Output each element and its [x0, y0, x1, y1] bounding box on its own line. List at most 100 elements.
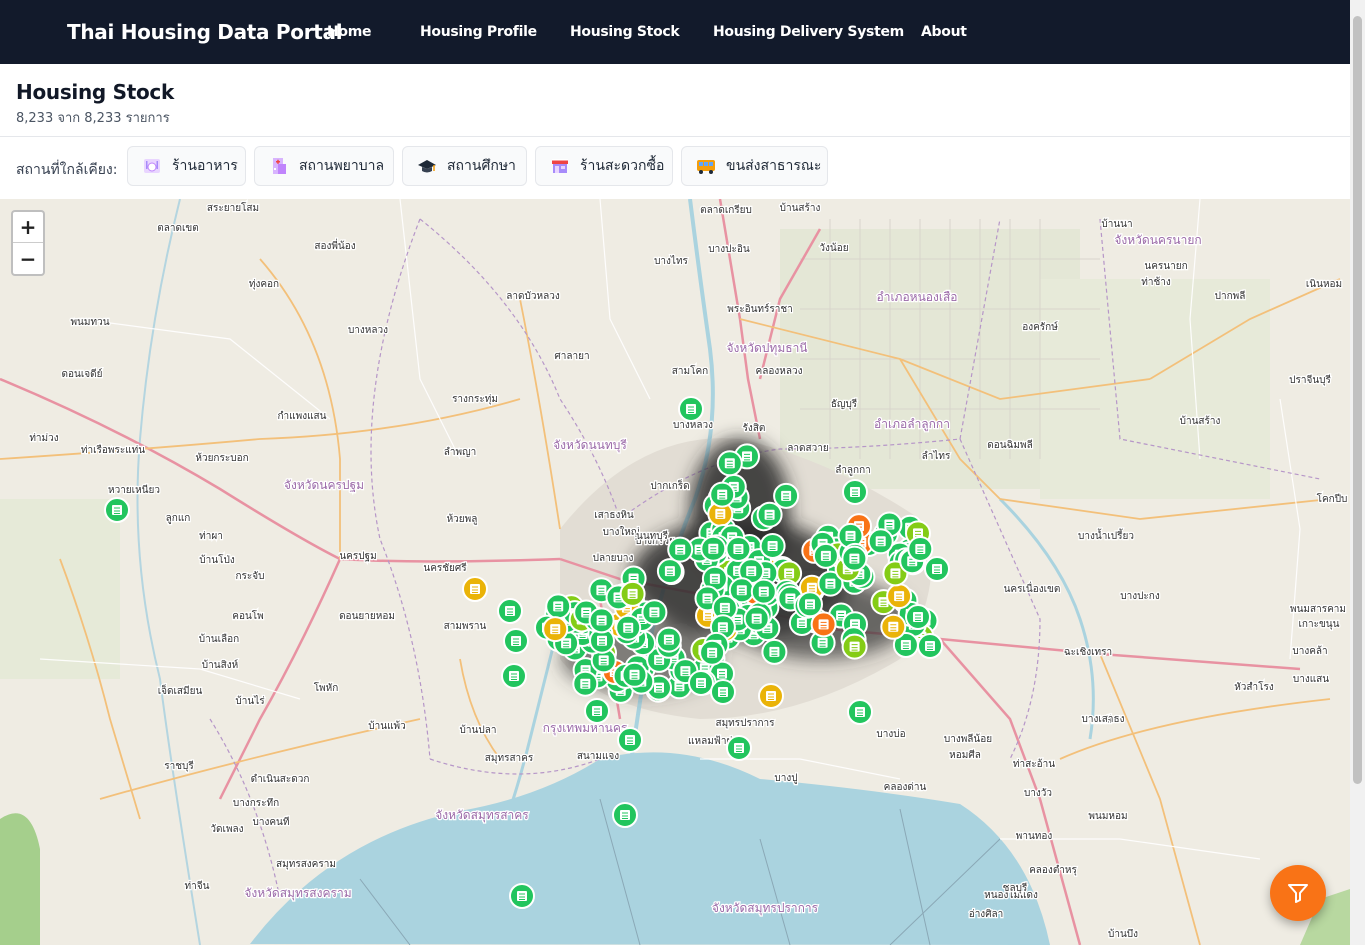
map-place-label: ตลาดเขต — [157, 223, 198, 234]
housing-marker[interactable] — [841, 633, 868, 660]
housing-marker[interactable] — [497, 598, 523, 624]
map-place-label: ปากพลี — [1215, 290, 1246, 302]
housing-marker[interactable] — [656, 558, 683, 585]
nav-housing-profile[interactable]: Housing Profile — [420, 24, 537, 40]
map-place-label: วัดเพลง — [210, 824, 243, 835]
zoom-in-button[interactable]: + — [13, 212, 43, 243]
bus-icon — [696, 156, 716, 176]
housing-marker[interactable] — [716, 450, 743, 477]
scrollbar-thumb[interactable] — [1353, 16, 1362, 784]
housing-marker[interactable] — [924, 556, 950, 582]
map-place-label: ลำพญา — [444, 447, 476, 458]
housing-marker[interactable] — [688, 670, 714, 696]
housing-marker[interactable] — [725, 536, 752, 562]
map-place-label: ลำไทร — [922, 450, 951, 462]
housing-marker[interactable] — [619, 580, 646, 607]
zoom-out-button[interactable]: − — [13, 243, 43, 274]
map-place-label: สมุทรสงคราม — [276, 859, 336, 870]
map-place-label: กระจับ — [235, 571, 264, 582]
housing-marker[interactable] — [501, 663, 527, 689]
housing-marker[interactable] — [588, 607, 615, 634]
map-place-label: นครชัยศรี — [423, 562, 467, 574]
housing-marker[interactable] — [810, 611, 837, 638]
map-place-label: จังหวัดนนทบุรี — [553, 438, 627, 453]
poi-button-convenience-store[interactable]: ร้านสะดวกซื้อ — [535, 146, 673, 186]
housing-marker[interactable] — [503, 628, 529, 654]
map-place-label: พานทอง — [1016, 831, 1053, 842]
map-place-label: ท่าจีน — [185, 880, 210, 892]
housing-marker[interactable] — [917, 633, 943, 659]
housing-marker[interactable] — [880, 613, 907, 640]
map-place-label: บางพลีน้อย — [944, 733, 992, 745]
map-place-label: บางปะอิน — [708, 244, 750, 255]
housing-marker[interactable] — [542, 616, 569, 643]
map-view[interactable]: สระยายโสม ตลาดเขต สองพี่น้อง ทุ่งคอก ลาดบัวห… — [0, 199, 1350, 945]
housing-marker[interactable] — [812, 542, 839, 569]
nav-about[interactable]: About — [921, 24, 967, 40]
map-place-label: ห้วยพลู — [447, 513, 478, 525]
map-place-label: บ้านปลา — [460, 724, 497, 736]
housing-marker[interactable] — [756, 501, 783, 528]
nav-housing-stock[interactable]: Housing Stock — [570, 24, 680, 40]
map-place-label: บางคนที — [253, 816, 290, 828]
housing-marker[interactable] — [572, 670, 599, 697]
housing-marker[interactable] — [655, 626, 682, 653]
page-scrollbar[interactable] — [1350, 0, 1365, 945]
housing-marker[interactable] — [726, 735, 752, 761]
housing-marker[interactable] — [700, 535, 727, 562]
map-place-label: ดำเนินสะดวก — [251, 774, 310, 785]
poi-button-hospital[interactable]: สถานพยาบาล — [254, 146, 394, 186]
map-place-label: ดอนยายหอม — [339, 611, 395, 622]
housing-marker[interactable] — [847, 699, 873, 725]
housing-marker[interactable] — [621, 661, 648, 688]
housing-marker[interactable] — [710, 679, 736, 705]
poi-button-public-transport[interactable]: ขนส่งสาธารณะ — [681, 146, 828, 186]
map-place-label: กรุงเทพมหานคร — [543, 721, 628, 736]
nav-housing-delivery-system[interactable]: Housing Delivery System — [713, 24, 904, 40]
map-place-label: สองพี่น้อง — [314, 238, 355, 252]
map-place-label: นครปฐม — [339, 551, 376, 562]
housing-marker[interactable] — [509, 883, 535, 909]
nearby-places-bar: สถานที่ใกล้เคียง: ร้านอาหาร สถานพยาบาล ส… — [0, 137, 1350, 199]
housing-marker[interactable] — [759, 533, 786, 559]
map-place-label: บ้านเลือก — [199, 633, 239, 645]
map-place-label: ลูกแก — [166, 513, 191, 524]
housing-marker[interactable] — [615, 614, 642, 641]
housing-marker[interactable] — [584, 698, 610, 724]
housing-marker[interactable] — [761, 638, 788, 665]
map-place-label: คลองตำหรุ — [1029, 865, 1077, 876]
nav-home[interactable]: Home — [327, 24, 372, 40]
housing-marker[interactable] — [750, 578, 777, 605]
housing-marker[interactable] — [462, 576, 488, 602]
housing-marker[interactable] — [758, 683, 784, 709]
housing-marker[interactable] — [617, 727, 643, 753]
housing-marker[interactable] — [699, 639, 726, 666]
poi-button-restaurant[interactable]: ร้านอาหาร — [127, 146, 246, 186]
housing-marker[interactable] — [907, 536, 934, 562]
housing-marker[interactable] — [709, 481, 736, 508]
map-place-label: นครนายก — [1144, 261, 1187, 272]
map-place-label: เสาธงหิน — [594, 510, 634, 521]
housing-marker[interactable] — [612, 802, 638, 828]
housing-marker[interactable] — [743, 605, 770, 632]
brand-logo-text[interactable]: Thai Housing Data Portal — [67, 20, 343, 44]
map-place-label: ท่าสะอ้าน — [1013, 758, 1055, 770]
housing-marker[interactable] — [886, 583, 913, 610]
housing-marker[interactable] — [545, 593, 572, 620]
map-place-label: บางวัว — [1024, 788, 1052, 799]
poi-button-school[interactable]: สถานศึกษา — [402, 146, 527, 186]
housing-marker[interactable] — [905, 604, 931, 630]
map-place-label: หัวสำโรง — [1234, 680, 1274, 693]
map-place-label: ราชบุรี — [164, 760, 194, 772]
housing-marker[interactable] — [867, 528, 894, 555]
housing-marker[interactable] — [104, 497, 130, 523]
housing-marker[interactable] — [641, 599, 668, 626]
poi-label-restaurant: ร้านอาหาร — [172, 158, 238, 174]
filter-fab-button[interactable] — [1270, 865, 1326, 921]
housing-marker[interactable] — [678, 396, 704, 422]
housing-marker[interactable] — [667, 536, 694, 563]
housing-marker[interactable] — [841, 545, 868, 572]
map-place-label: พระอินทร์ราชา — [727, 303, 793, 315]
housing-marker[interactable] — [842, 479, 868, 505]
housing-marker[interactable] — [773, 482, 800, 509]
